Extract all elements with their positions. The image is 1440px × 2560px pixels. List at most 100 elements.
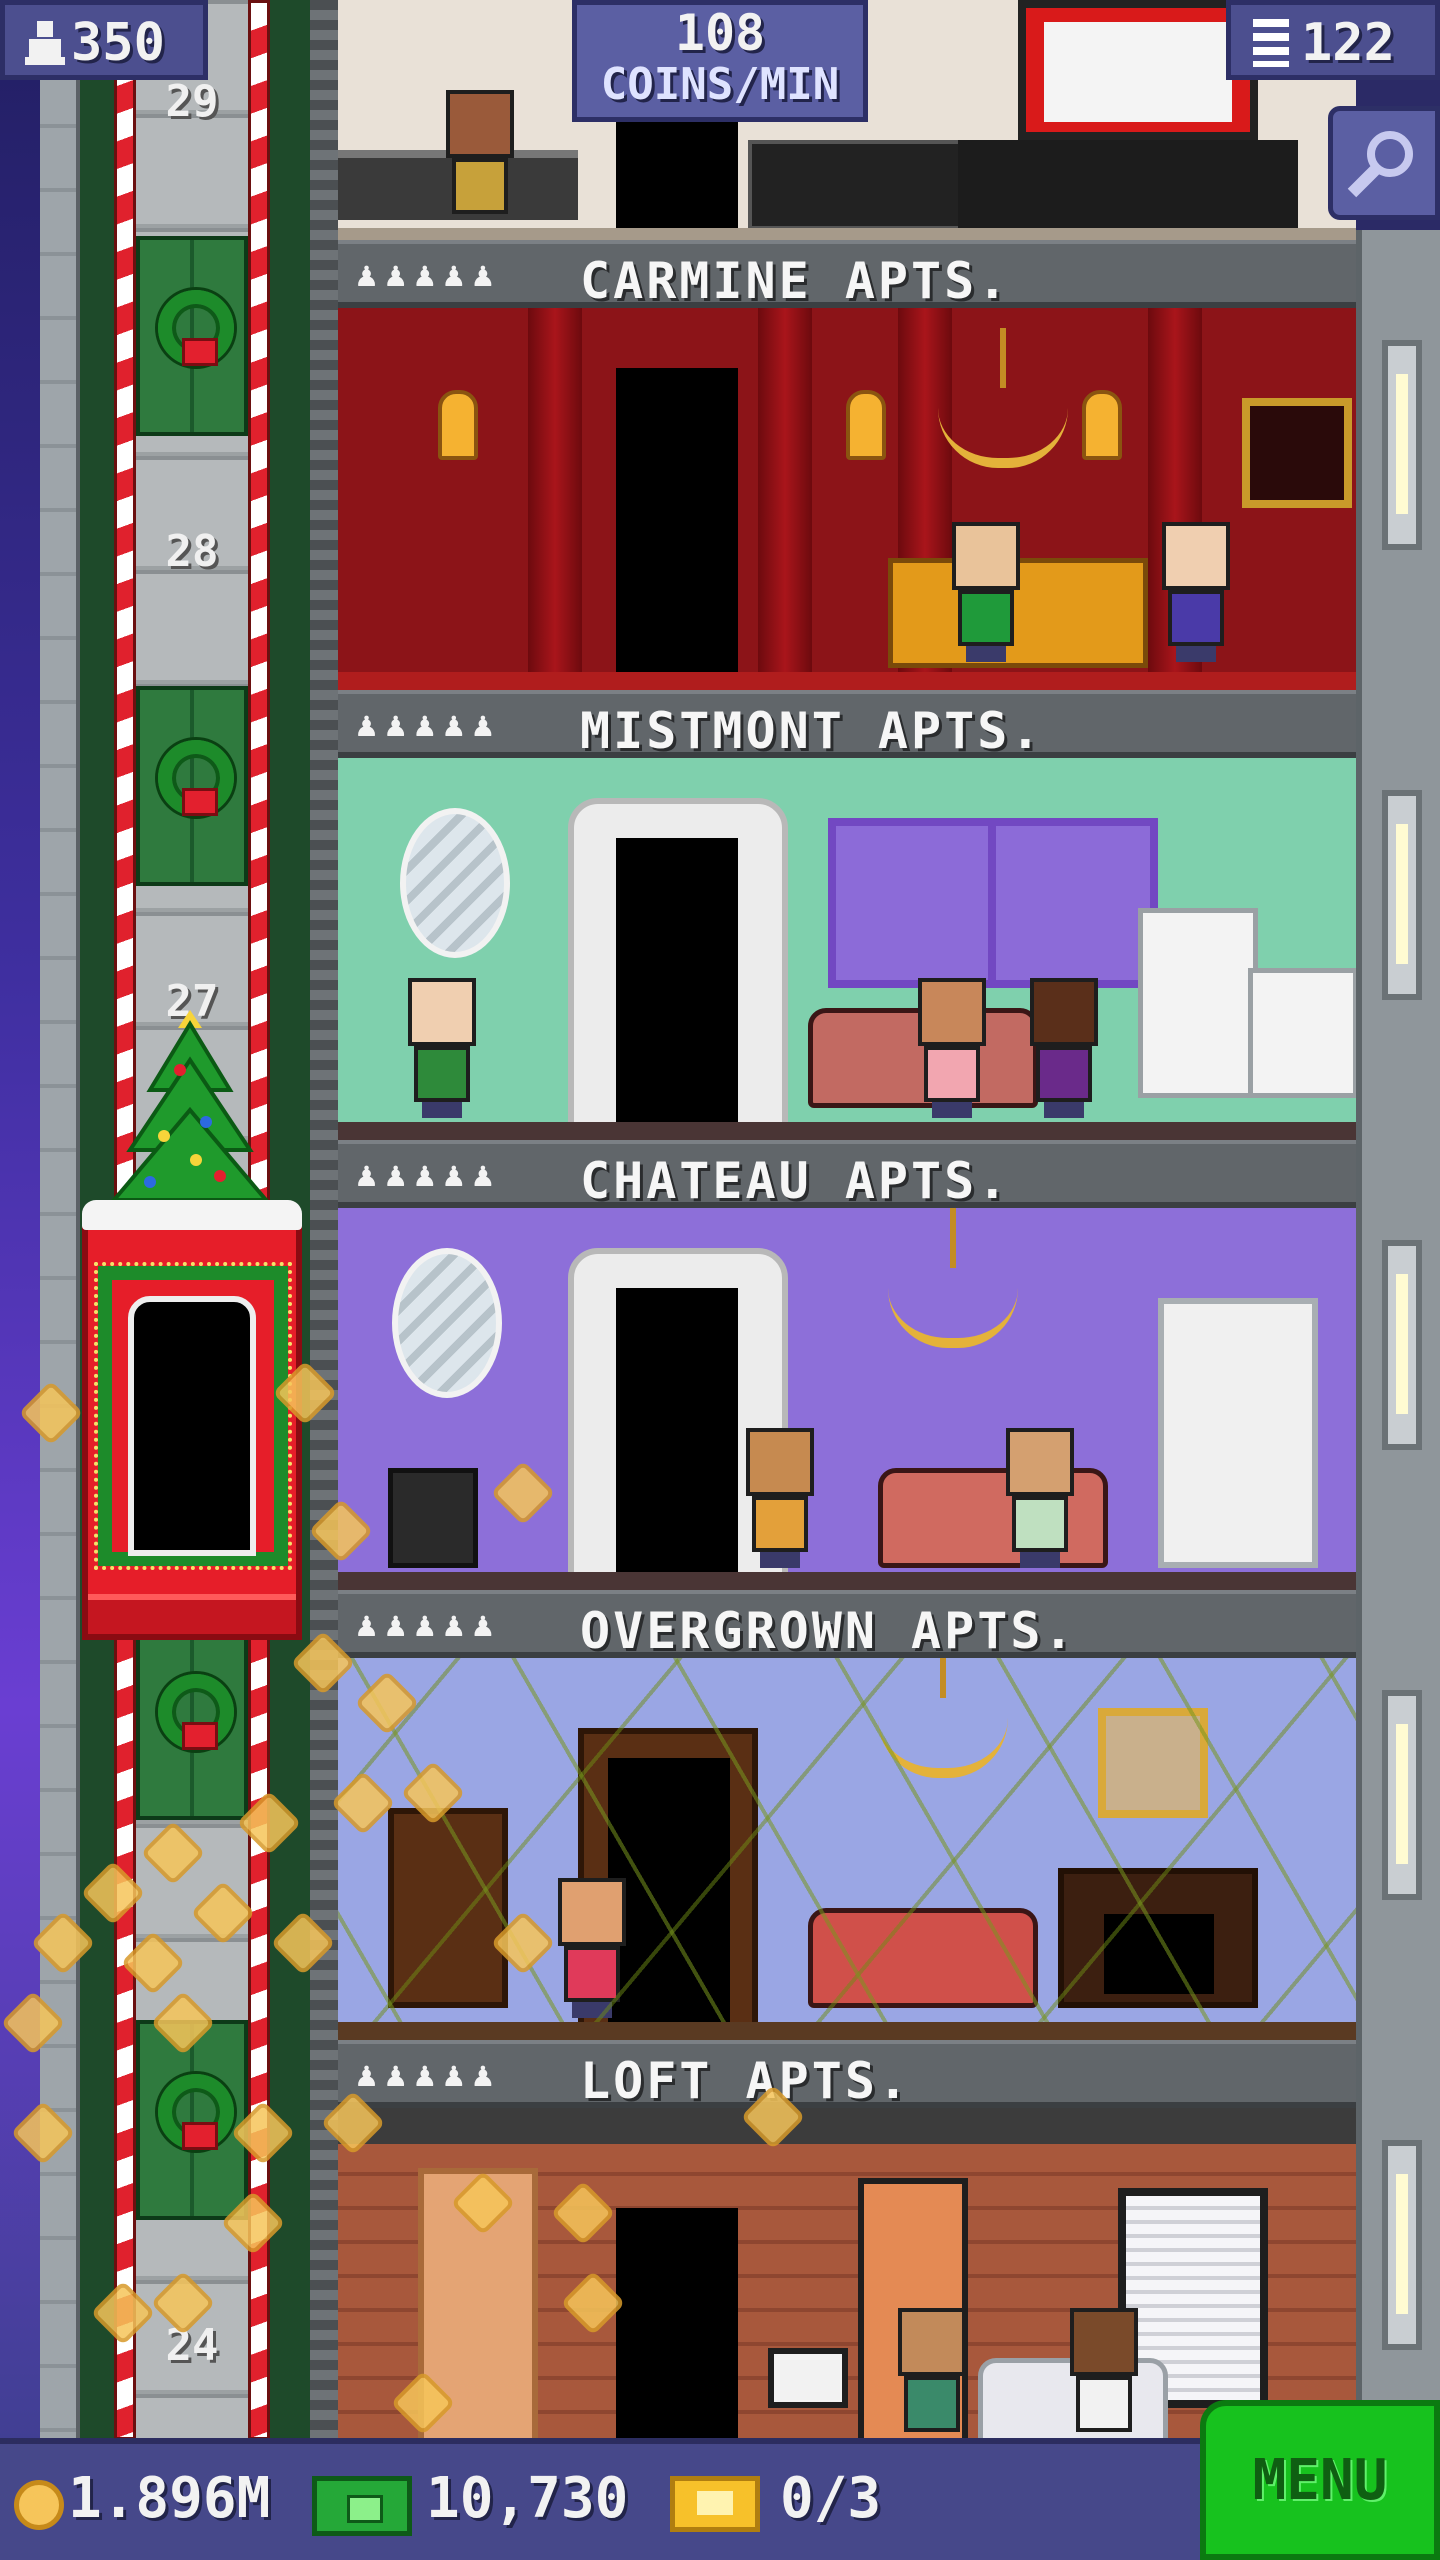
bitizen[interactable] xyxy=(1022,978,1106,1118)
bitizen[interactable] xyxy=(438,90,522,230)
room-floor xyxy=(338,1122,1356,1140)
room-door xyxy=(616,120,738,230)
room-interior xyxy=(338,2108,1356,2440)
bitizen[interactable] xyxy=(1154,522,1238,662)
building-divider-wall xyxy=(310,0,338,2440)
pillar xyxy=(528,308,582,672)
telephone-table xyxy=(388,1468,478,1568)
floor-name: LOFT APTS. xyxy=(580,2052,912,2110)
wall-light xyxy=(1382,1240,1422,1450)
bitizen[interactable] xyxy=(998,1428,1082,1568)
chandelier xyxy=(888,1208,1018,1348)
tv-stand xyxy=(958,140,1298,230)
room-floor xyxy=(338,672,1356,690)
wall-sconce xyxy=(1082,390,1122,460)
floor-chateau[interactable]: ♟♟♟♟♟ CHATEAU APTS. xyxy=(338,1140,1356,1590)
bitizen[interactable] xyxy=(944,522,1028,662)
room-interior xyxy=(338,1658,1356,2040)
population-counter[interactable]: 350 xyxy=(0,0,208,80)
zoom-icon-handle xyxy=(1347,164,1381,198)
bux-value[interactable]: 10,730 xyxy=(426,2466,628,2531)
bitizen[interactable] xyxy=(910,978,994,1118)
person-icon xyxy=(25,21,65,65)
floor-name: CHATEAU APTS. xyxy=(580,1152,1011,1210)
elevator-snow-cap xyxy=(82,1200,302,1230)
star-rating: ♟♟♟♟♟ xyxy=(354,710,500,743)
floor-carmine[interactable]: ♟♟♟♟♟ CARMINE APTS. xyxy=(338,240,1356,690)
population-value: 350 xyxy=(71,13,165,73)
ceiling-beam xyxy=(338,2108,1356,2144)
room-interior xyxy=(338,1208,1356,1590)
coins-per-minute-unit: COINS/MIN xyxy=(600,59,840,110)
star-rating: ♟♟♟♟♟ xyxy=(354,260,500,293)
bitizen[interactable] xyxy=(738,1428,822,1568)
picture-frame xyxy=(768,2348,848,2408)
floor-sign[interactable]: ♟♟♟♟♟ CHATEAU APTS. xyxy=(338,1140,1356,1210)
room-floor xyxy=(338,2022,1356,2040)
bitizen[interactable] xyxy=(1062,2308,1146,2440)
game-screen: 29 28 27 24 ♟♟♟♟♟ CARMINE APTS. ♟♟♟♟♟ MI… xyxy=(0,0,1440,2560)
room-interior xyxy=(338,308,1356,690)
coins-per-minute-display: 108 COINS/MIN xyxy=(572,0,868,122)
wall-light xyxy=(1382,1690,1422,1900)
floor-overgrown[interactable]: ♟♟♟♟♟ OVERGROWN APTS. xyxy=(338,1590,1356,2040)
bitizen[interactable] xyxy=(890,2308,974,2440)
shaft-floor-number: 24 xyxy=(165,2320,219,2371)
floor-sign[interactable]: ♟♟♟♟♟ CARMINE APTS. xyxy=(338,240,1356,310)
wall-light xyxy=(1382,790,1422,1000)
cabinet xyxy=(1158,1298,1318,1568)
elevator-car[interactable] xyxy=(82,1200,302,1640)
floor-sign[interactable]: ♟♟♟♟♟ MISTMONT APTS. xyxy=(338,690,1356,760)
building-icon xyxy=(1253,19,1289,67)
wall-sconce xyxy=(846,390,886,460)
floor-sign[interactable]: ♟♟♟♟♟ LOFT APTS. xyxy=(338,2040,1356,2110)
mirror xyxy=(400,808,510,958)
shaft-floor-number: 28 xyxy=(165,526,219,577)
star-rating: ♟♟♟♟♟ xyxy=(354,1610,500,1643)
floor-loft[interactable]: ♟♟♟♟♟ LOFT APTS. xyxy=(338,2040,1356,2440)
window xyxy=(988,818,1158,988)
chandelier xyxy=(938,328,1068,468)
wall-sconce xyxy=(438,390,478,460)
room-door xyxy=(616,838,738,1138)
coins-value[interactable]: 1.896M xyxy=(68,2466,270,2531)
television xyxy=(1018,0,1258,140)
floor-name: CARMINE APTS. xyxy=(580,252,1011,310)
tickets-value[interactable]: 0/3 xyxy=(780,2466,881,2531)
shaft-door xyxy=(136,686,248,886)
star-rating: ♟♟♟♟♟ xyxy=(354,2060,500,2093)
coins-per-minute-value: 108 xyxy=(674,4,766,62)
elevator-base xyxy=(88,1594,296,1634)
wreath-icon xyxy=(158,1674,234,1750)
floor-count-value: 122 xyxy=(1301,13,1395,73)
shaft-door xyxy=(136,1620,248,1820)
right-service-column xyxy=(1356,230,1440,2440)
wall-light xyxy=(1382,2140,1422,2350)
stove xyxy=(1248,968,1356,1098)
wreath-icon xyxy=(158,290,234,366)
star-rating: ♟♟♟♟♟ xyxy=(354,1160,500,1193)
coin-icon xyxy=(14,2480,64,2530)
shaft-door xyxy=(136,2020,248,2220)
floor-mistmont[interactable]: ♟♟♟♟♟ MISTMONT APTS. xyxy=(338,690,1356,1140)
bux-icon xyxy=(312,2476,412,2536)
floor-count[interactable]: 122 xyxy=(1226,0,1440,80)
wreath-icon xyxy=(158,740,234,816)
room-interior xyxy=(338,758,1356,1140)
ticket-icon xyxy=(670,2476,760,2532)
wreath-icon xyxy=(158,2074,234,2150)
wall-light xyxy=(1382,340,1422,550)
christmas-tree-icon xyxy=(110,1010,270,1202)
menu-button[interactable]: MENU xyxy=(1200,2400,1440,2560)
floor-sign[interactable]: ♟♟♟♟♟ OVERGROWN APTS. xyxy=(338,1590,1356,1660)
room-door xyxy=(616,1288,738,1588)
mirror xyxy=(392,1248,502,1398)
shaft-door xyxy=(136,236,248,436)
room-door xyxy=(616,368,738,672)
floor-name: OVERGROWN APTS. xyxy=(580,1602,1077,1660)
zoom-button[interactable] xyxy=(1328,106,1440,220)
vines-overlay xyxy=(338,1658,1356,2038)
bitizen[interactable] xyxy=(400,978,484,1118)
floor-name: MISTMONT APTS. xyxy=(580,702,1044,760)
window xyxy=(828,818,998,988)
